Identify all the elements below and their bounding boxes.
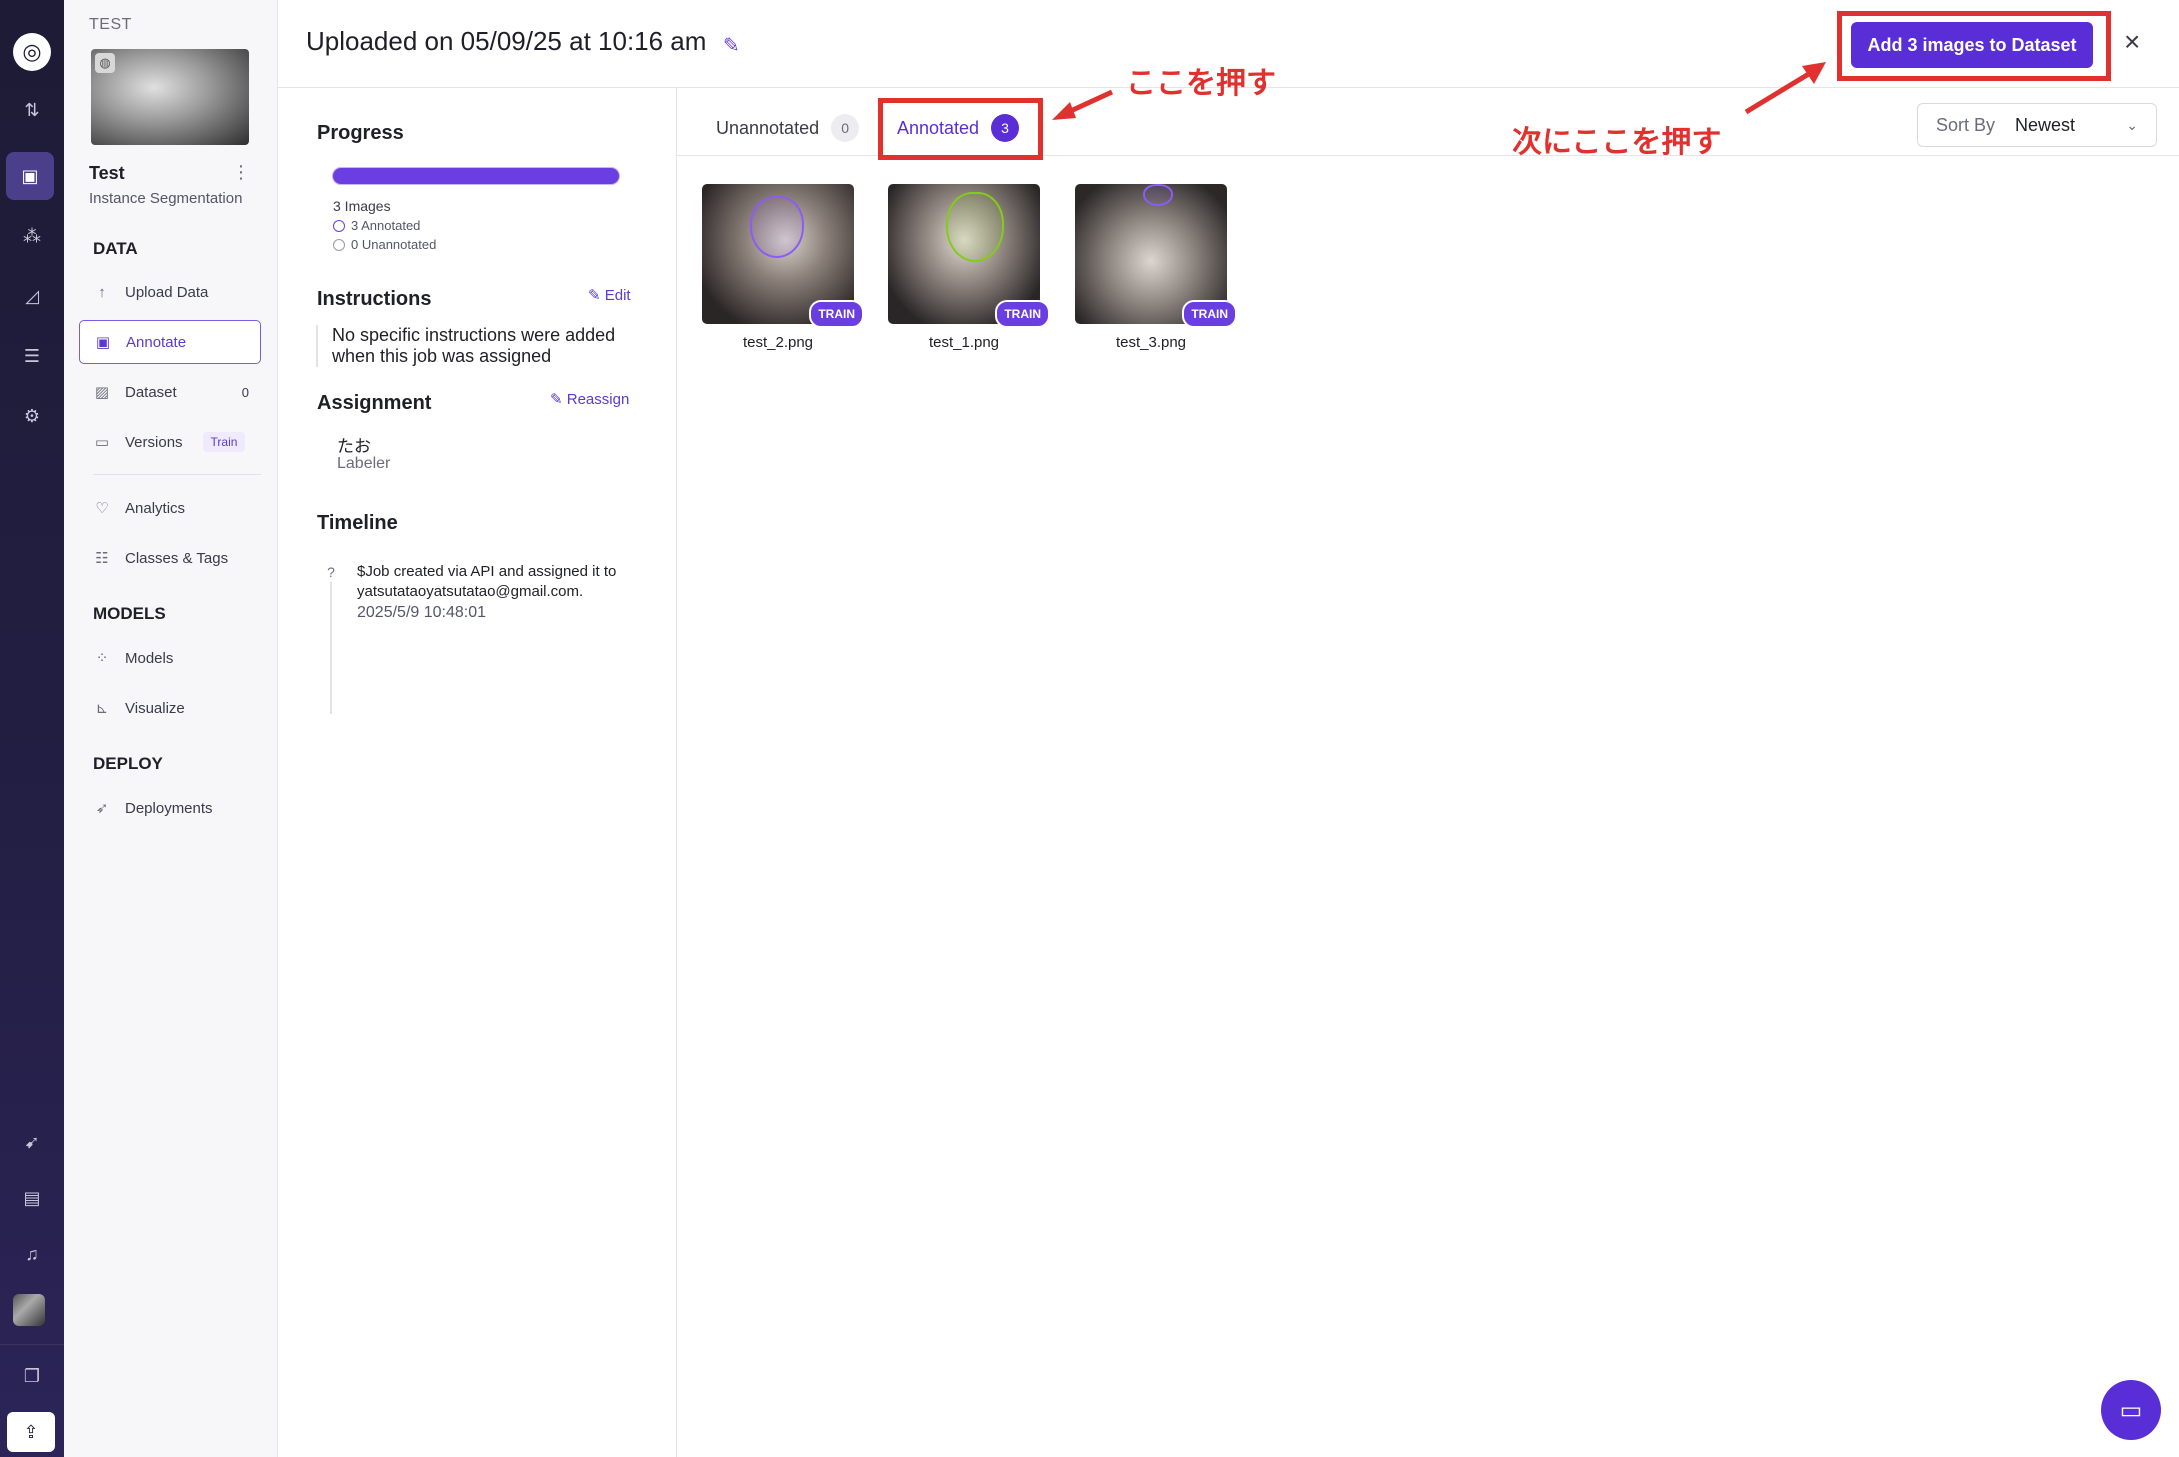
annotation-arrows [1052, 62, 1826, 120]
arrow-line-2 [1744, 69, 1814, 115]
chat-icon[interactable]: ▭ [2101, 1380, 2161, 1440]
arrow-head-1 [1052, 102, 1076, 120]
